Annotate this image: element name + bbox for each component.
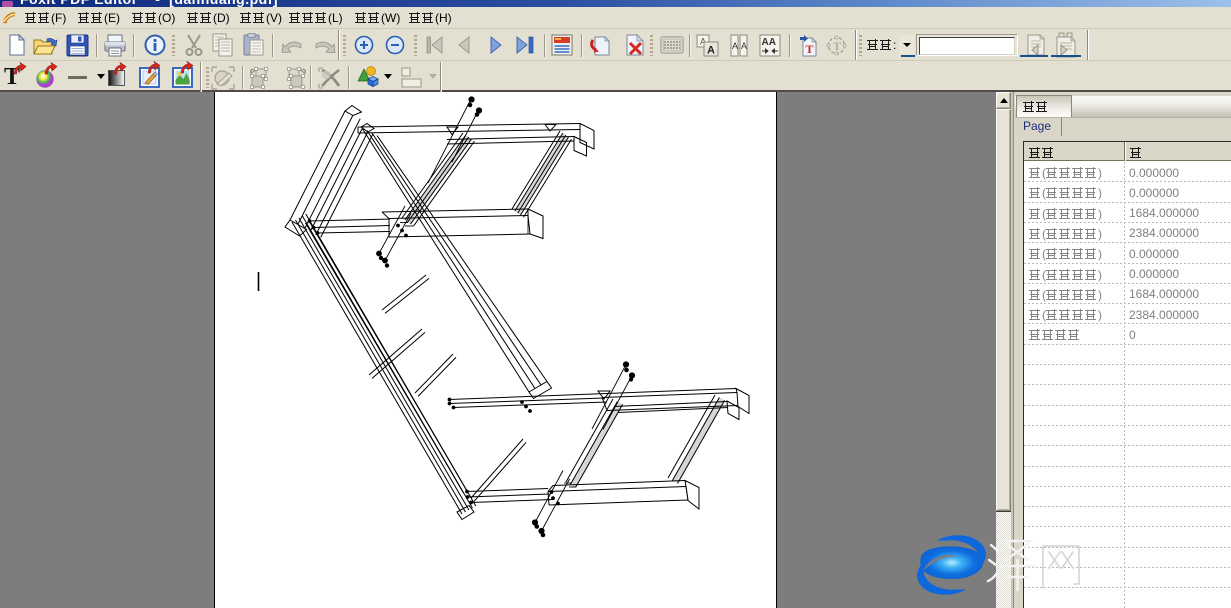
svg-text:A: A (741, 41, 747, 51)
svg-text:AA: AA (762, 37, 776, 48)
svg-text:A: A (732, 41, 738, 51)
svg-text:A: A (707, 45, 715, 57)
svg-text:T: T (806, 42, 814, 56)
svg-text:T: T (833, 39, 841, 53)
